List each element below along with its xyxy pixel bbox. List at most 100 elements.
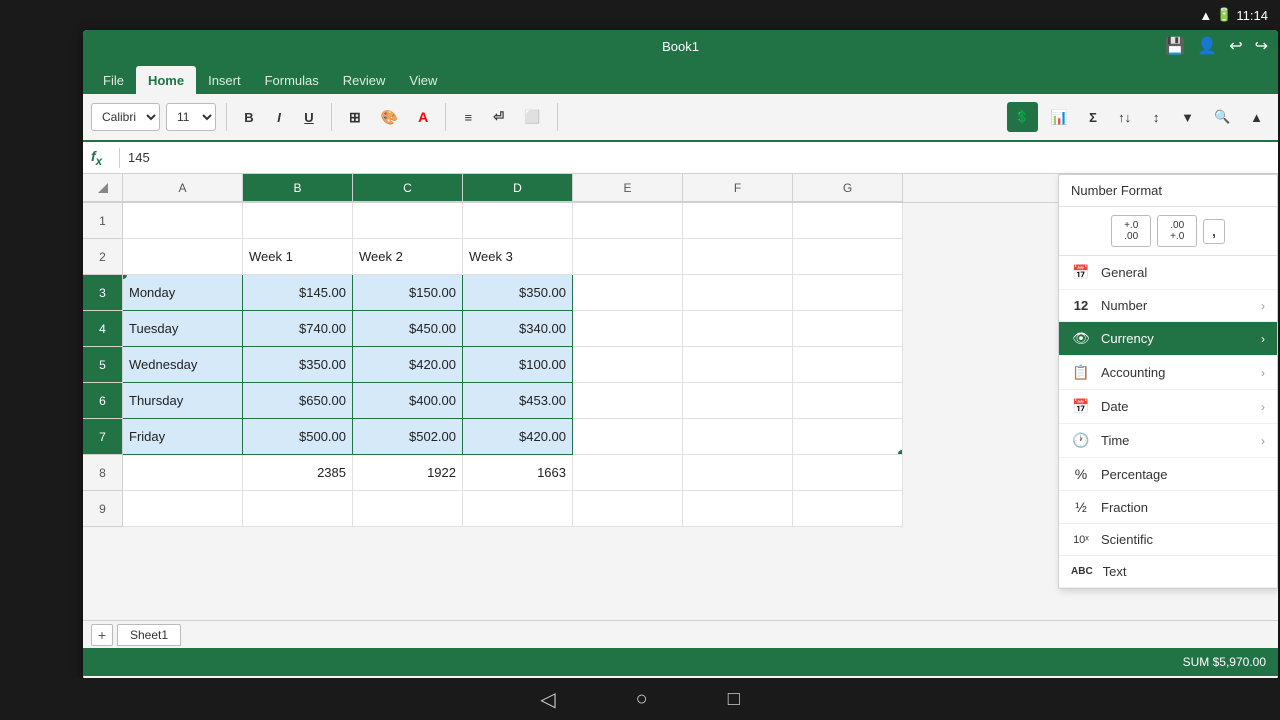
cell-b8[interactable]: 2385 bbox=[243, 455, 353, 491]
nf-item-scientific[interactable]: 10ˣ Scientific bbox=[1059, 524, 1277, 556]
font-color-button[interactable]: A bbox=[411, 101, 435, 133]
cell-g2[interactable] bbox=[793, 239, 903, 275]
cell-a4[interactable]: Tuesday bbox=[123, 311, 243, 347]
cell-g9[interactable] bbox=[793, 491, 903, 527]
cell-g4[interactable] bbox=[793, 311, 903, 347]
save-icon[interactable]: 💾 bbox=[1165, 36, 1185, 56]
fill-color-button[interactable]: 🎨 bbox=[374, 101, 405, 133]
cell-e2[interactable] bbox=[573, 239, 683, 275]
cell-d3[interactable]: $350.00 bbox=[463, 275, 573, 311]
row-header-5[interactable]: 5 bbox=[83, 347, 123, 383]
row-header-1[interactable]: 1 bbox=[83, 203, 123, 239]
cell-c6[interactable]: $400.00 bbox=[353, 383, 463, 419]
cell-b7[interactable]: $500.00 bbox=[243, 419, 353, 455]
nf-item-number[interactable]: 12 Number › bbox=[1059, 290, 1277, 322]
cell-e5[interactable] bbox=[573, 347, 683, 383]
sheet-tab-1[interactable]: Sheet1 bbox=[117, 624, 181, 646]
cell-f1[interactable] bbox=[683, 203, 793, 239]
nf-item-date[interactable]: 📅 Date › bbox=[1059, 390, 1277, 424]
number-format-active-btn[interactable]: 💲 bbox=[1007, 102, 1038, 132]
tab-review[interactable]: Review bbox=[331, 66, 398, 94]
conditional-format-btn[interactable]: 📊 bbox=[1044, 101, 1075, 133]
cell-g7[interactable] bbox=[793, 419, 903, 455]
row-header-3[interactable]: 3 bbox=[83, 275, 123, 311]
cell-c3[interactable]: $150.00 bbox=[353, 275, 463, 311]
cell-d8[interactable]: 1663 bbox=[463, 455, 573, 491]
cell-f9[interactable] bbox=[683, 491, 793, 527]
tab-insert[interactable]: Insert bbox=[196, 66, 253, 94]
cell-c1[interactable] bbox=[353, 203, 463, 239]
nf-item-text[interactable]: ABC Text bbox=[1059, 556, 1277, 588]
font-family-select[interactable]: Calibri bbox=[91, 103, 160, 131]
cell-e4[interactable] bbox=[573, 311, 683, 347]
cell-d4[interactable]: $340.00 bbox=[463, 311, 573, 347]
wrap-text-button[interactable]: ⏎ bbox=[486, 101, 511, 133]
underline-button[interactable]: U bbox=[297, 101, 321, 133]
add-sheet-button[interactable]: + bbox=[91, 624, 113, 646]
people-icon[interactable]: 👤 bbox=[1197, 36, 1217, 56]
tab-formulas[interactable]: Formulas bbox=[253, 66, 331, 94]
cell-a1[interactable] bbox=[123, 203, 243, 239]
sigma-button[interactable]: Σ bbox=[1081, 101, 1105, 133]
sort-asc-button[interactable]: ↑↓ bbox=[1111, 101, 1138, 133]
cell-f4[interactable] bbox=[683, 311, 793, 347]
cell-a3[interactable]: Monday bbox=[123, 275, 243, 311]
row-header-6[interactable]: 6 bbox=[83, 383, 123, 419]
cell-c2[interactable]: Week 2 bbox=[353, 239, 463, 275]
home-button[interactable]: ○ bbox=[636, 688, 648, 711]
cell-g5[interactable] bbox=[793, 347, 903, 383]
cell-f5[interactable] bbox=[683, 347, 793, 383]
tab-file[interactable]: File bbox=[91, 66, 136, 94]
cell-e8[interactable] bbox=[573, 455, 683, 491]
cell-e7[interactable] bbox=[573, 419, 683, 455]
cell-e6[interactable] bbox=[573, 383, 683, 419]
cell-c5[interactable]: $420.00 bbox=[353, 347, 463, 383]
scroll-up-btn[interactable]: ▲ bbox=[1243, 101, 1270, 133]
cell-b2[interactable]: Week 1 bbox=[243, 239, 353, 275]
nf-item-accounting[interactable]: 📋 Accounting › bbox=[1059, 356, 1277, 390]
row-header-9[interactable]: 9 bbox=[83, 491, 123, 527]
cell-g8[interactable] bbox=[793, 455, 903, 491]
cell-b3[interactable]: $145.00 bbox=[243, 275, 353, 311]
cell-c8[interactable]: 1922 bbox=[353, 455, 463, 491]
cell-f8[interactable] bbox=[683, 455, 793, 491]
cell-d9[interactable] bbox=[463, 491, 573, 527]
col-header-a[interactable]: A bbox=[123, 174, 243, 202]
cell-b1[interactable] bbox=[243, 203, 353, 239]
cell-g6[interactable] bbox=[793, 383, 903, 419]
cell-c4[interactable]: $450.00 bbox=[353, 311, 463, 347]
font-size-select[interactable]: 11 bbox=[166, 103, 216, 131]
cell-f7[interactable] bbox=[683, 419, 793, 455]
col-header-b[interactable]: B bbox=[243, 174, 353, 202]
tab-home[interactable]: Home bbox=[136, 66, 196, 94]
col-header-f[interactable]: F bbox=[683, 174, 793, 202]
border-button[interactable]: ⊞ bbox=[342, 101, 368, 133]
cell-b9[interactable] bbox=[243, 491, 353, 527]
row-header-2[interactable]: 2 bbox=[83, 239, 123, 275]
cell-c9[interactable] bbox=[353, 491, 463, 527]
bold-button[interactable]: B bbox=[237, 101, 261, 133]
tab-view[interactable]: View bbox=[397, 66, 449, 94]
cell-b6[interactable]: $650.00 bbox=[243, 383, 353, 419]
cell-f3[interactable] bbox=[683, 275, 793, 311]
row-header-8[interactable]: 8 bbox=[83, 455, 123, 491]
cell-d5[interactable]: $100.00 bbox=[463, 347, 573, 383]
cell-a7[interactable]: Friday bbox=[123, 419, 243, 455]
undo-icon[interactable]: ↩ bbox=[1229, 36, 1242, 56]
cell-d7[interactable]: $420.00 bbox=[463, 419, 573, 455]
cell-d1[interactable] bbox=[463, 203, 573, 239]
cell-g1[interactable] bbox=[793, 203, 903, 239]
row-header-4[interactable]: 4 bbox=[83, 311, 123, 347]
cell-e3[interactable] bbox=[573, 275, 683, 311]
cell-a8[interactable] bbox=[123, 455, 243, 491]
cell-d2[interactable]: Week 3 bbox=[463, 239, 573, 275]
find-button[interactable]: 🔍 bbox=[1207, 101, 1237, 133]
increase-decimal-btn[interactable]: +.0 .00 bbox=[1111, 215, 1151, 247]
nf-item-fraction[interactable]: ½ Fraction bbox=[1059, 491, 1277, 524]
decrease-decimal-btn[interactable]: .00 +.0 bbox=[1157, 215, 1197, 247]
merge-button[interactable]: ⬜ bbox=[517, 101, 547, 133]
sort-desc-button[interactable]: ↕ bbox=[1144, 101, 1168, 133]
italic-button[interactable]: I bbox=[267, 101, 291, 133]
cell-f2[interactable] bbox=[683, 239, 793, 275]
cell-c7[interactable]: $502.00 bbox=[353, 419, 463, 455]
